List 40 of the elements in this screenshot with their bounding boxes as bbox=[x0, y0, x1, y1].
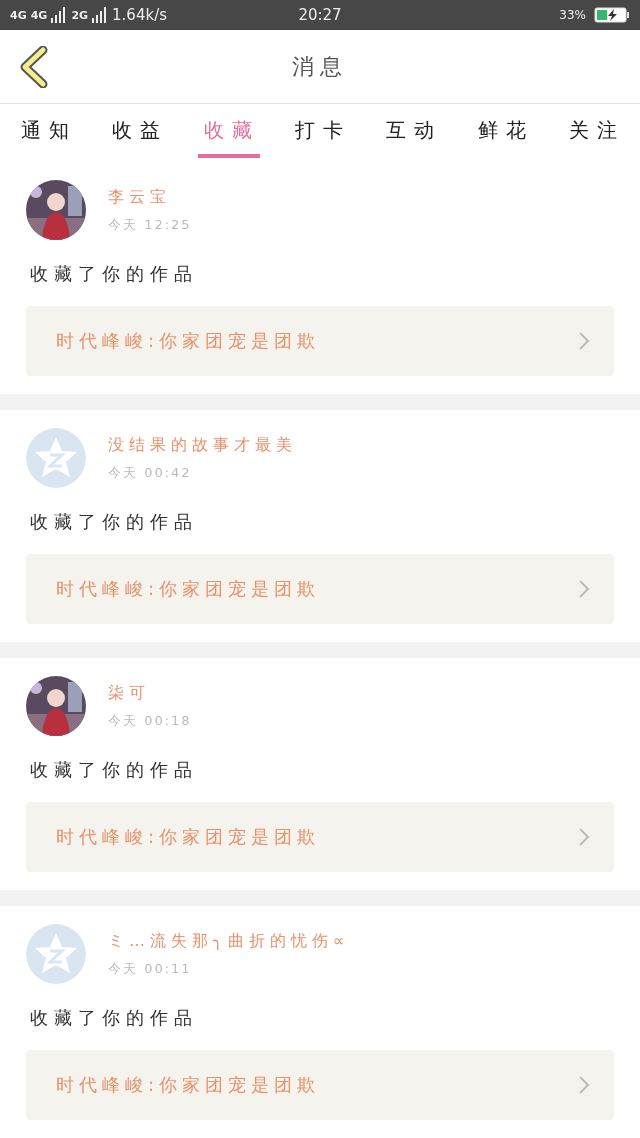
work-link[interactable]: 时代峰峻:你家团宠是团欺 bbox=[26, 306, 614, 376]
signal-icon bbox=[51, 7, 68, 24]
network-speed: 1.64k/s bbox=[112, 6, 168, 25]
network-label: 4G bbox=[30, 8, 48, 22]
star-avatar-icon bbox=[26, 428, 86, 488]
work-link[interactable]: 时代峰峻:你家团宠是团欺 bbox=[26, 802, 614, 872]
tab[interactable]: 收益 bbox=[106, 107, 169, 159]
chevron-right-icon bbox=[578, 827, 590, 847]
chevron-right-icon bbox=[578, 579, 590, 599]
clock: 20:27 bbox=[298, 6, 342, 25]
user-name[interactable]: ミ…流失那╮曲折的忧伤∝ bbox=[108, 930, 350, 952]
star-avatar-icon bbox=[26, 924, 86, 984]
message-time: 今天 12:25 bbox=[108, 215, 192, 234]
tab[interactable]: 鲜花 bbox=[471, 107, 534, 159]
work-link[interactable]: 时代峰峻:你家团宠是团欺 bbox=[26, 1050, 614, 1120]
tab[interactable]: 关注 bbox=[563, 107, 626, 159]
tab[interactable]: 收藏 bbox=[197, 107, 260, 159]
message-text: 收藏了你的作品 bbox=[30, 262, 199, 286]
message-text: 收藏了你的作品 bbox=[30, 758, 199, 782]
network-label: 2G bbox=[71, 8, 89, 22]
tab[interactable]: 通知 bbox=[14, 107, 77, 159]
network-label: 4G bbox=[10, 8, 27, 22]
message-text: 收藏了你的作品 bbox=[30, 1006, 199, 1030]
back-chevron-icon bbox=[19, 45, 49, 88]
chevron-right-icon bbox=[578, 1075, 590, 1095]
user-name[interactable]: 没结果的故事才最美 bbox=[108, 434, 297, 456]
message-text: 收藏了你的作品 bbox=[30, 510, 199, 534]
message-time: 今天 00:11 bbox=[108, 959, 193, 978]
signal-icon bbox=[92, 7, 109, 24]
page-title: 消息 bbox=[292, 52, 348, 81]
tab[interactable]: 互动 bbox=[380, 107, 443, 159]
battery-icon bbox=[594, 7, 630, 24]
user-name[interactable]: 李云宝 bbox=[108, 186, 192, 208]
tab[interactable]: 打卡 bbox=[288, 107, 351, 159]
message-time: 今天 00:42 bbox=[108, 463, 193, 482]
work-link[interactable]: 时代峰峻:你家团宠是团欺 bbox=[26, 554, 614, 624]
message-time: 今天 00:18 bbox=[108, 711, 192, 730]
chevron-right-icon bbox=[578, 331, 590, 351]
battery-percent: 33% bbox=[559, 8, 586, 23]
user-name[interactable]: 柒可 bbox=[108, 682, 192, 704]
